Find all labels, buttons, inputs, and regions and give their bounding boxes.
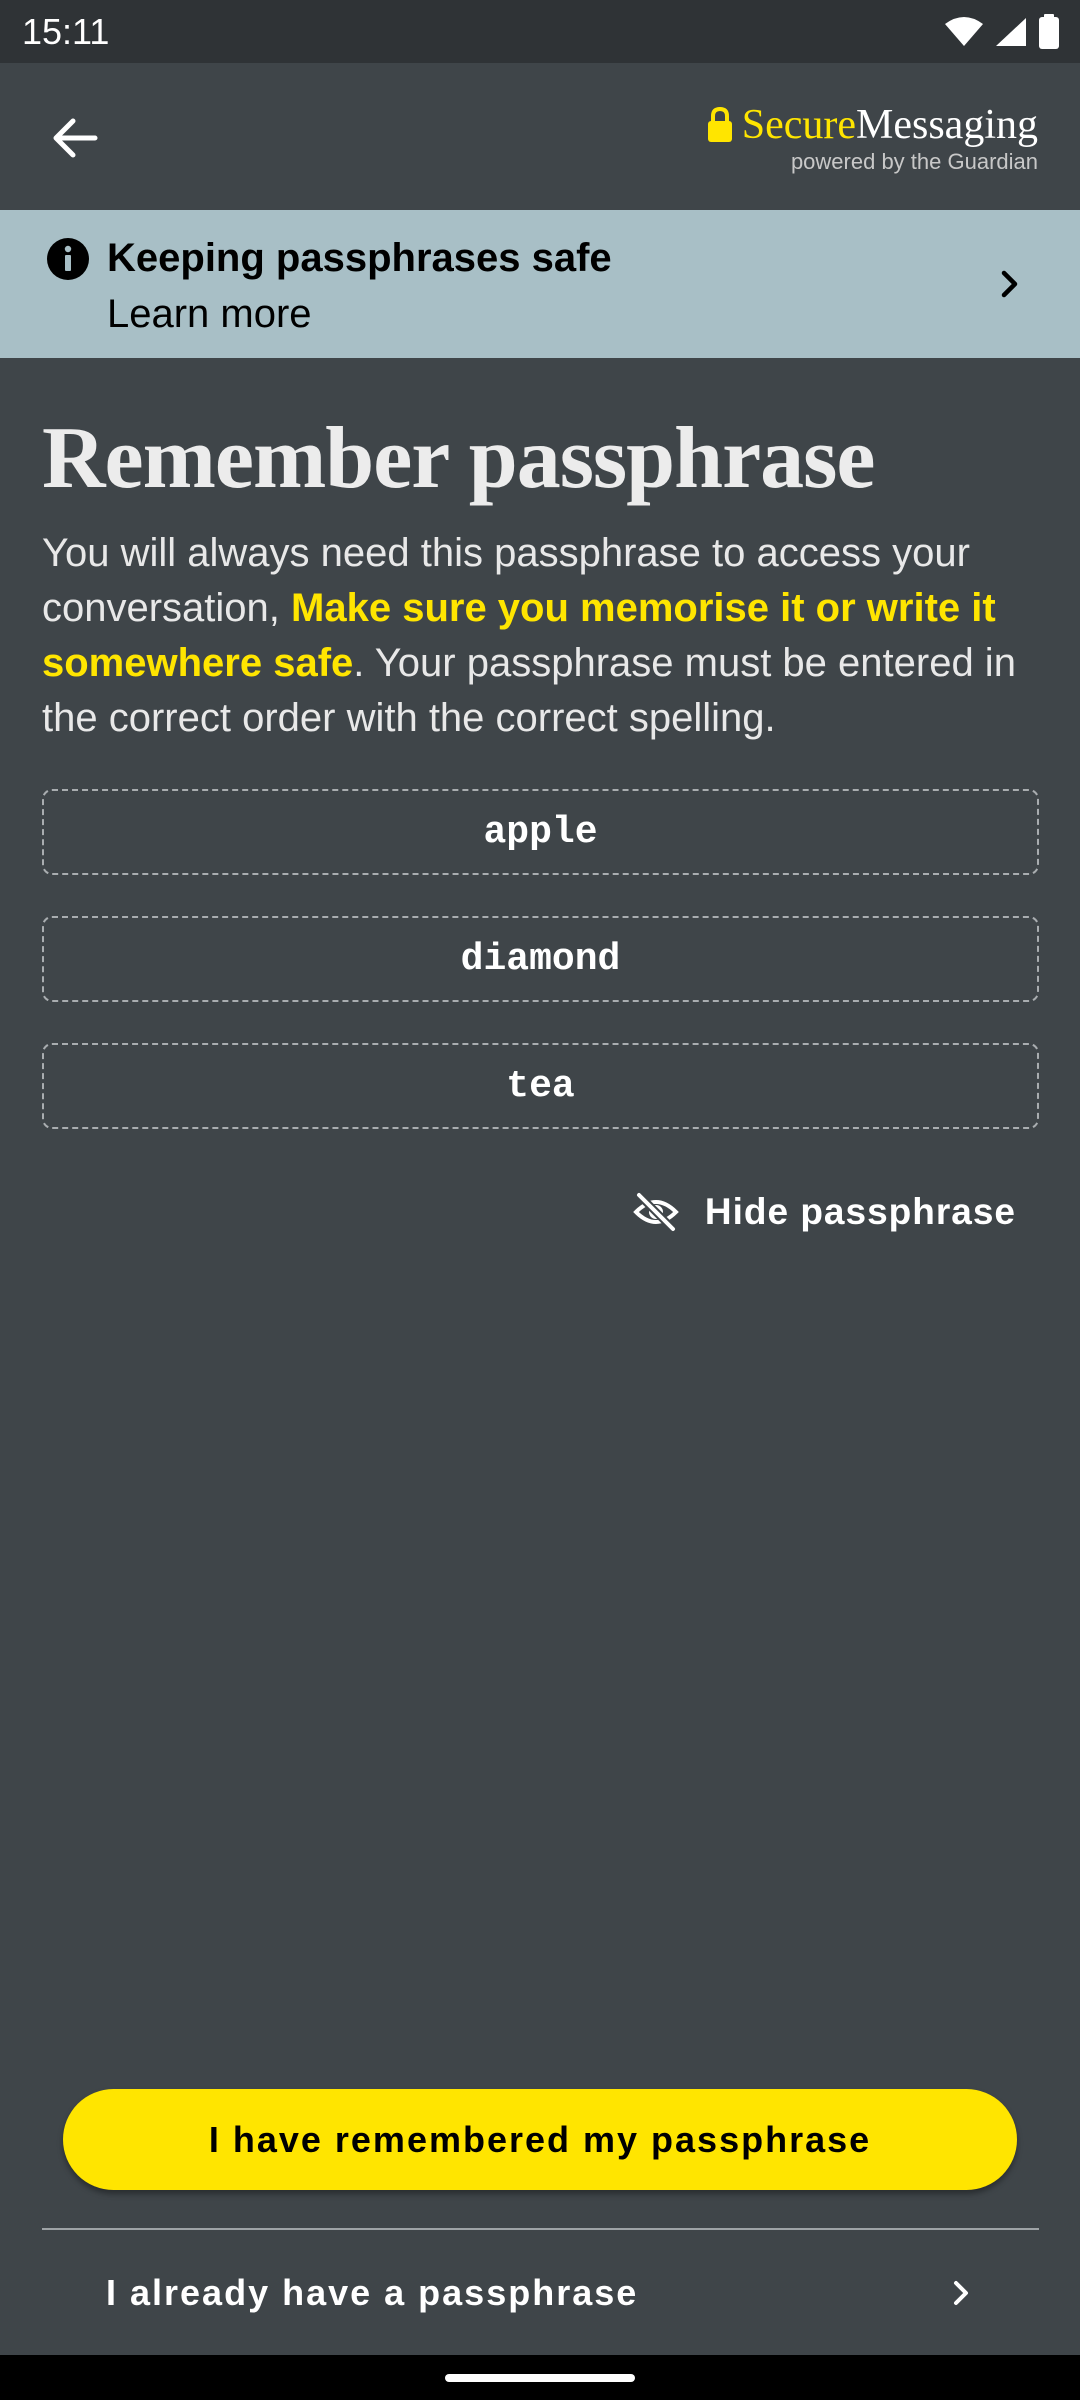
logo-messaging-text: Messaging xyxy=(856,102,1038,148)
banner-title: Keeping passphrases safe xyxy=(107,236,612,280)
passphrase-word-3: tea xyxy=(42,1043,1039,1129)
secure-messaging-logo: Secure Messaging powered by the Guardian xyxy=(706,101,1038,175)
logo-subtitle: powered by the Guardian xyxy=(790,149,1038,174)
app-bar: Secure Messaging powered by the Guardian xyxy=(0,63,1080,210)
wifi-icon xyxy=(945,16,983,46)
passphrase-word-1: apple xyxy=(42,789,1039,875)
passphrase-word-2: diamond xyxy=(42,916,1039,1002)
remembered-passphrase-button[interactable]: I have remembered my passphrase xyxy=(63,2089,1017,2190)
status-time: 15:11 xyxy=(22,10,110,52)
status-bar: 15:11 xyxy=(0,0,1080,63)
back-button[interactable] xyxy=(40,103,110,173)
system-navigation-bar xyxy=(0,2355,1080,2400)
intro-text: You will always need this passphrase to … xyxy=(42,526,1052,746)
passphrase-safety-banner[interactable]: Keeping passphrases safe Learn more xyxy=(0,210,1080,358)
cell-signal-icon xyxy=(996,17,1026,46)
status-icons xyxy=(944,13,1060,50)
page-title: Remember passphrase xyxy=(42,410,875,507)
hide-passphrase-button[interactable]: Hide passphrase xyxy=(633,1185,1016,1239)
already-have-passphrase-link[interactable]: I already have a passphrase xyxy=(42,2230,1039,2355)
banner-learn-more[interactable]: Learn more xyxy=(107,292,312,337)
eye-off-icon xyxy=(633,1192,679,1232)
hide-passphrase-label: Hide passphrase xyxy=(704,1191,1016,1232)
home-gesture-handle[interactable] xyxy=(445,2374,635,2382)
arrow-left-icon xyxy=(53,118,98,158)
already-have-passphrase-label: I already have a passphrase xyxy=(106,2271,639,2313)
lock-icon xyxy=(707,106,732,142)
info-icon xyxy=(47,238,89,280)
chevron-right-icon xyxy=(954,2280,968,2305)
battery-icon xyxy=(1039,13,1059,49)
logo-secure-text: Secure xyxy=(741,102,856,148)
chevron-right-icon xyxy=(1001,270,1018,298)
